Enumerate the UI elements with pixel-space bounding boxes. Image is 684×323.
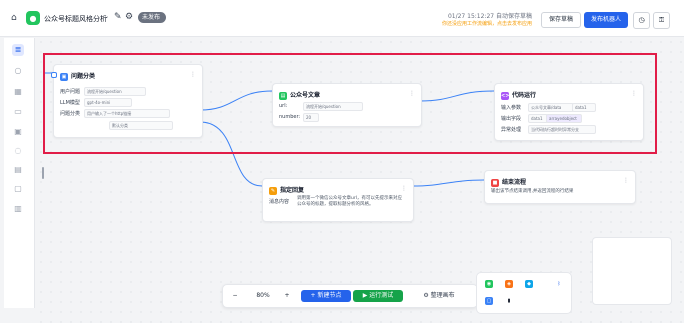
more-icon[interactable]: ⋮ [401, 185, 407, 192]
node-header: ✎ 指定回复 [269, 185, 304, 195]
bookmark-icon[interactable]: ▮ [505, 297, 513, 305]
tool-icon[interactable]: ◆ [525, 280, 533, 288]
document-icon[interactable]: ▥ [12, 203, 24, 215]
workflow-icon[interactable]: ≣ [12, 44, 24, 56]
plugin-icon[interactable]: ▭ [12, 106, 24, 118]
node-palette: ◉ ◈ ◆ ᛒ ▢ ▮ [476, 272, 572, 314]
edit-icon[interactable]: ✎ [114, 13, 122, 22]
end-description: 输出该节点结束调用,并返回流程的行结果 [491, 189, 574, 194]
top-bar: ⌂ ● 公众号标题风格分析 ⌄ ✎ ⚙ 未发布 01/27 15:12:27 自… [0, 0, 684, 37]
bluetooth-icon[interactable]: ᛒ [555, 280, 563, 288]
arrange-icon: ⚙ [423, 292, 431, 299]
comment-icon[interactable]: ◌ [12, 145, 24, 157]
more-icon[interactable]: ⋮ [623, 177, 629, 184]
node-fixed-reply[interactable]: ✎ 指定回复 ⋮ 消息内容 调用第一个微信公众号文章url，有可以先提示来对应公众… [262, 178, 414, 222]
grid-icon[interactable]: ▦ [12, 86, 24, 98]
left-sidebar: ≣ ○ ▦ ▭ ▣ ◌ ▤ ▢ ▥ [4, 38, 35, 308]
end-icon: ■ [491, 178, 499, 187]
selection-box [43, 53, 657, 154]
zoom-level: 80% [256, 292, 270, 299]
image-icon[interactable]: ◈ [505, 280, 513, 288]
lock-icon[interactable]: ⚿ [653, 12, 670, 29]
publish-button[interactable]: 发布机器人 [584, 12, 628, 28]
node-header: ■ 结束流程 [491, 177, 526, 187]
node-end-flow[interactable]: ■ 结束流程 ⋮ 输出该节点结束调用,并返回流程的行结果 [484, 170, 636, 204]
canvas-toolbar: − 80% + + 新建节点 ▶ 运行测试 ⚙ 整理画布 [222, 284, 478, 308]
node-title: 结束流程 [502, 179, 527, 186]
save-time: 01/27 15:12:27 自动保存草稿 [447, 13, 532, 20]
reply-icon: ✎ [269, 186, 277, 195]
minimap[interactable] [592, 237, 672, 305]
chevron-down-icon[interactable]: ⌄ [104, 14, 109, 20]
message-content[interactable]: 调用第一个微信公众号文章url，有可以先提示来对应公众号的标题，提取标题分析的风… [297, 196, 405, 208]
save-draft-button[interactable]: 保存草稿 [541, 12, 581, 28]
wechat-icon[interactable]: ◉ [485, 280, 493, 288]
node-title: 指定回复 [280, 187, 305, 194]
card-icon[interactable]: ▣ [12, 126, 24, 138]
zoom-out-button[interactable]: − [229, 290, 241, 302]
publish-warning[interactable]: 你还没应用工作流编辑，点击去发布应用 [442, 20, 532, 27]
field-label: 消息内容 [269, 199, 290, 205]
settings-icon[interactable]: ⚙ [125, 13, 133, 22]
new-node-button[interactable]: + 新建节点 [301, 290, 351, 302]
chat-icon[interactable]: ○ [12, 65, 24, 77]
file-icon[interactable]: ▢ [12, 183, 24, 195]
resize-handle[interactable] [42, 167, 44, 179]
arrange-label: 整理画布 [430, 292, 455, 299]
database-icon[interactable]: ▤ [12, 164, 24, 176]
status-badge: 未发布 [138, 12, 167, 23]
zoom-in-button[interactable]: + [281, 290, 293, 302]
run-test-button[interactable]: ▶ 运行测试 [353, 290, 403, 302]
chat-logo-icon: ● [26, 11, 40, 25]
arrange-canvas-button[interactable]: ⚙ 整理画布 [409, 290, 469, 302]
workflow-editor: ▣ 问题分类 ⋮ 用户问题 流程开始/question LLM模型 gpt-4o-… [0, 0, 684, 323]
home-icon[interactable]: ⌂ [11, 14, 17, 23]
workflow-title[interactable]: 公众号标题风格分析 [44, 14, 107, 24]
box-icon[interactable]: ▢ [485, 297, 493, 305]
history-icon[interactable]: ◷ [633, 12, 650, 29]
